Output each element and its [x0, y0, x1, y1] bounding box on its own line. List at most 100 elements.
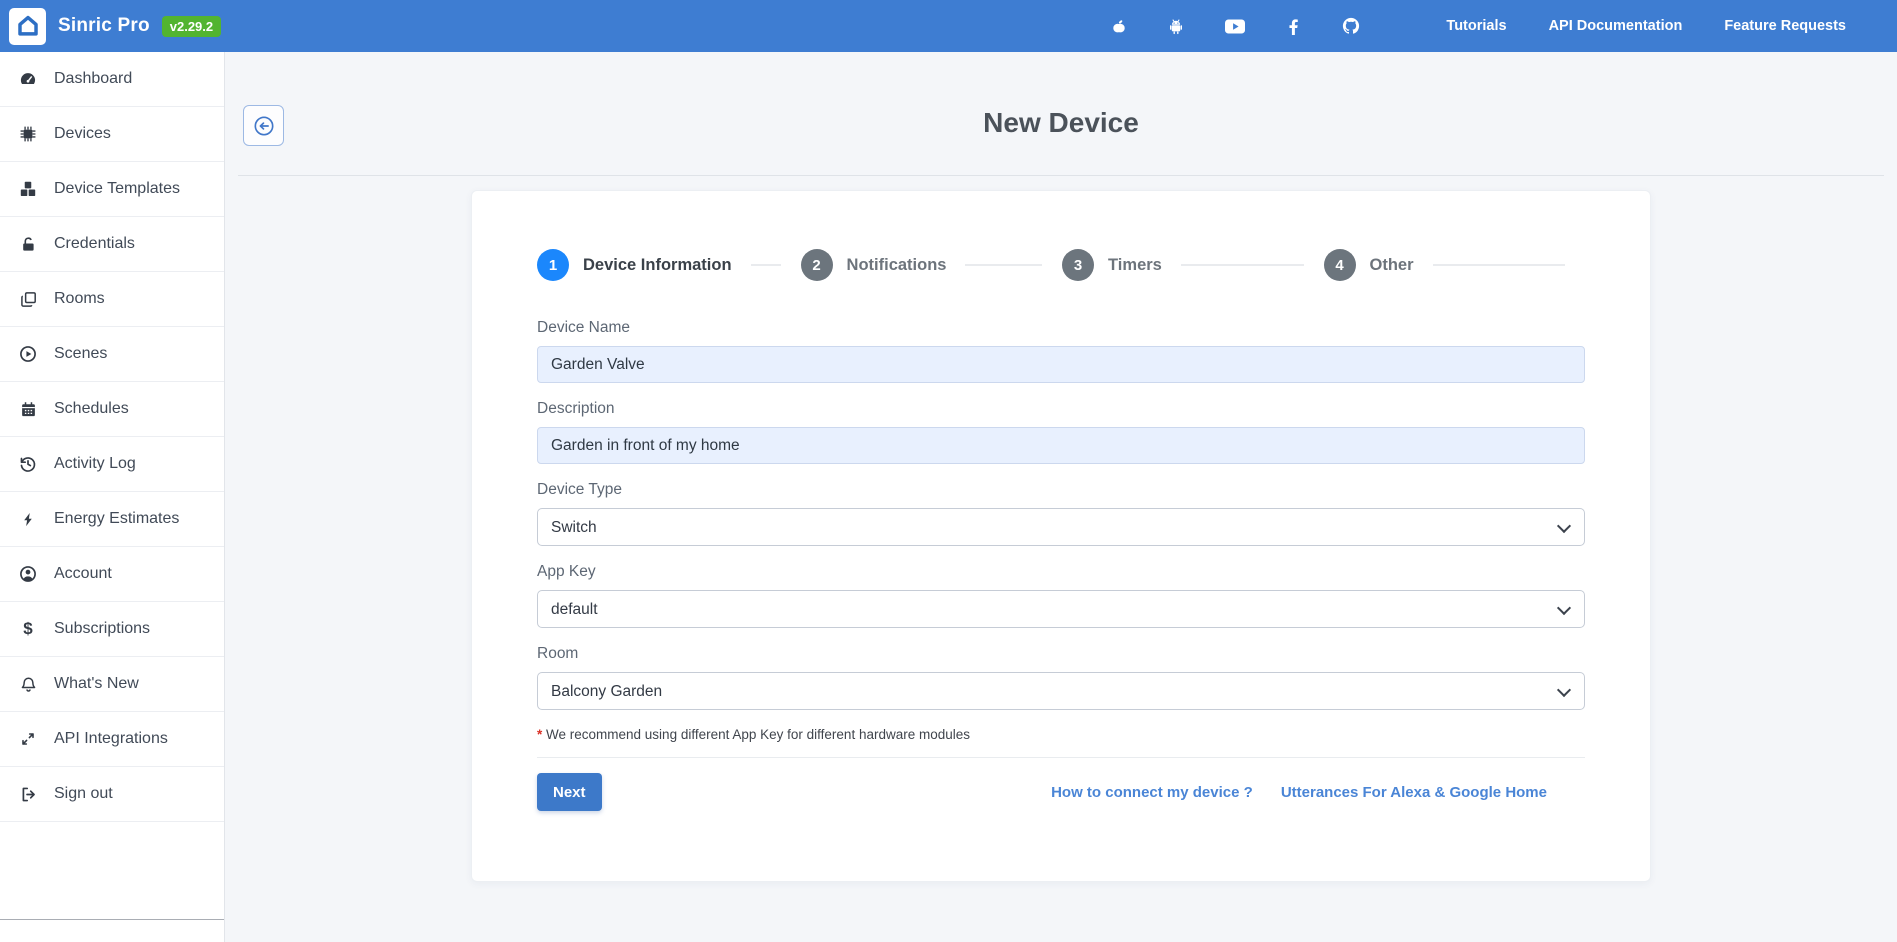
page-header: New Device	[225, 52, 1897, 175]
description-label: Description	[537, 400, 615, 417]
back-button[interactable]	[243, 105, 284, 146]
sidebar-item-dashboard[interactable]: Dashboard	[0, 52, 224, 107]
expand-arrows-icon	[15, 731, 41, 747]
step-notifications[interactable]: 2 Notifications	[800, 249, 1062, 281]
next-button[interactable]: Next	[537, 773, 602, 811]
youtube-icon[interactable]	[1205, 19, 1265, 34]
step-other[interactable]: 4 Other	[1323, 249, 1585, 281]
description-field-group: Description	[537, 400, 1585, 464]
device-type-select[interactable]: Switch	[537, 508, 1585, 546]
sidebar-item-label: Device Templates	[54, 180, 180, 197]
sidebar-item-label: Energy Estimates	[54, 510, 180, 527]
app-key-label: App Key	[537, 563, 596, 580]
dollar-icon: $	[23, 619, 33, 638]
microchip-icon	[15, 125, 41, 143]
brand-name: Sinric Pro	[58, 15, 150, 36]
sidebar-item-label: Devices	[54, 125, 111, 142]
arrow-left-circle-icon	[254, 116, 273, 135]
facebook-icon[interactable]	[1265, 18, 1322, 35]
sidebar-item-activity-log[interactable]: Activity Log	[0, 437, 224, 492]
step-label: Timers	[1108, 255, 1162, 274]
version-badge: v2.29.2	[161, 15, 222, 37]
sidebar-item-subscriptions[interactable]: $ Subscriptions	[0, 602, 224, 657]
sidebar-item-whats-new[interactable]: What's New	[0, 657, 224, 712]
navbar-links: Tutorials API Documentation Feature Requ…	[1425, 18, 1867, 34]
gauge-icon	[15, 70, 41, 88]
sidebar-item-label: Schedules	[54, 400, 129, 417]
sidebar-item-label: Rooms	[54, 290, 105, 307]
sidebar-item-account[interactable]: Account	[0, 547, 224, 602]
device-name-input[interactable]	[537, 346, 1585, 383]
app-key-note: * We recommend using different App Key f…	[537, 727, 1585, 742]
sidebar-item-devices[interactable]: Devices	[0, 107, 224, 162]
nav-link-tutorials[interactable]: Tutorials	[1425, 18, 1527, 34]
room-field-group: Room Balcony Garden	[537, 645, 1585, 710]
main-content: New Device 1 Device Information 2 Notifi…	[225, 0, 1897, 882]
sidebar-item-label: Subscriptions	[54, 620, 151, 637]
device-type-label: Device Type	[537, 481, 623, 498]
help-links: How to connect my device ? Utterances Fo…	[1023, 784, 1547, 801]
step-connector-line	[965, 264, 1043, 266]
step-number: 4	[1323, 249, 1356, 281]
sidebar-item-rooms[interactable]: Rooms	[0, 272, 224, 327]
sidebar-item-sign-out[interactable]: Sign out	[0, 767, 224, 822]
step-label: Device Information	[583, 255, 732, 274]
bolt-icon	[15, 511, 41, 528]
sidebar-item-device-templates[interactable]: Device Templates	[0, 162, 224, 217]
sidebar-item-schedules[interactable]: Schedules	[0, 382, 224, 437]
device-type-select-wrap: Switch	[537, 508, 1585, 546]
room-select-wrap: Balcony Garden	[537, 672, 1585, 710]
utterances-link[interactable]: Utterances For Alexa & Google Home	[1281, 784, 1547, 801]
android-icon[interactable]	[1147, 18, 1205, 35]
sidebar-item-label: Activity Log	[54, 455, 136, 472]
device-type-field-group: Device Type Switch	[537, 481, 1585, 546]
header-divider	[238, 175, 1884, 176]
wizard-stepper: 1 Device Information 2 Notifications 3 T…	[537, 249, 1585, 281]
cubes-icon	[15, 180, 41, 198]
step-label: Notifications	[846, 255, 947, 274]
device-information-form: Device Name Description Device Type Swit…	[537, 319, 1585, 811]
new-device-card: 1 Device Information 2 Notifications 3 T…	[471, 190, 1651, 882]
sinric-home-logo-icon	[9, 7, 46, 45]
brand[interactable]: Sinric Pro v2.29.2	[9, 7, 222, 45]
step-connector-line	[750, 264, 781, 266]
sign-out-icon	[15, 786, 41, 803]
sidebar: Dashboard Devices Device Templates Crede…	[0, 52, 225, 942]
step-connector-line	[1432, 264, 1565, 266]
page-title: New Device	[983, 107, 1139, 138]
sidebar-item-api-integrations[interactable]: API Integrations	[0, 712, 224, 767]
apple-icon[interactable]	[1091, 18, 1147, 35]
sidebar-item-wall-of-love[interactable]: Wall of love	[0, 919, 224, 942]
nav-link-feature-requests[interactable]: Feature Requests	[1703, 18, 1867, 34]
room-label: Room	[537, 645, 579, 662]
app-key-select[interactable]: default	[537, 590, 1585, 628]
sidebar-item-energy-estimates[interactable]: Energy Estimates	[0, 492, 224, 547]
room-select[interactable]: Balcony Garden	[537, 672, 1585, 710]
step-number: 2	[800, 249, 833, 281]
sidebar-item-credentials[interactable]: Credentials	[0, 217, 224, 272]
how-to-connect-link[interactable]: How to connect my device ?	[1051, 784, 1253, 801]
calendar-icon	[15, 401, 41, 418]
step-timers[interactable]: 3 Timers	[1062, 249, 1323, 281]
sidebar-item-label: Sign out	[54, 785, 113, 802]
sidebar-item-label: API Integrations	[54, 730, 168, 747]
bell-icon	[15, 676, 41, 693]
github-icon[interactable]	[1322, 17, 1380, 35]
step-number: 1	[537, 249, 569, 281]
description-input[interactable]	[537, 427, 1585, 464]
step-label: Other	[1369, 255, 1414, 274]
clone-icon	[15, 291, 41, 308]
sidebar-item-label: What's New	[54, 675, 139, 692]
device-name-field-group: Device Name	[537, 319, 1585, 383]
step-number: 3	[1062, 249, 1095, 281]
sidebar-item-label: Dashboard	[54, 70, 133, 87]
user-circle-icon	[15, 565, 41, 583]
play-circle-icon	[15, 345, 41, 363]
sidebar-item-scenes[interactable]: Scenes	[0, 327, 224, 382]
note-text: We recommend using different App Key for…	[542, 727, 971, 742]
app-key-select-wrap: default	[537, 590, 1585, 628]
sidebar-item-label: Credentials	[54, 235, 135, 252]
step-device-information[interactable]: 1 Device Information	[537, 249, 801, 281]
sidebar-item-label: Account	[54, 565, 112, 582]
nav-link-api-documentation[interactable]: API Documentation	[1528, 18, 1704, 34]
